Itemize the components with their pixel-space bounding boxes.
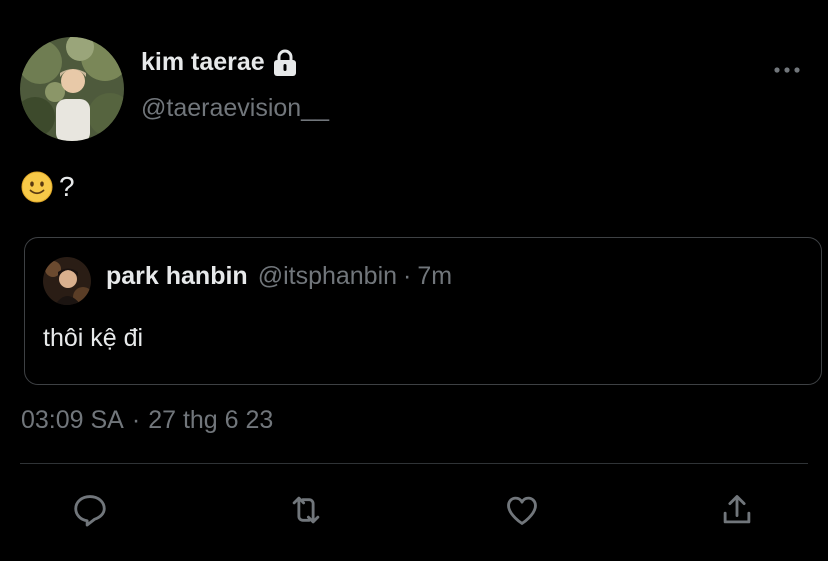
- like-button[interactable]: [500, 490, 544, 534]
- timestamp-separator: ·: [131, 406, 141, 434]
- author-name-text: kim taerae: [141, 48, 265, 76]
- timestamp-time: 03:09 SA: [21, 406, 124, 434]
- retweet-button[interactable]: [284, 490, 328, 534]
- retweet-icon: [287, 491, 325, 534]
- quoted-author-handle[interactable]: @itsphanbin: [258, 262, 397, 291]
- quoted-time[interactable]: 7m: [417, 262, 452, 291]
- lock-icon: [272, 49, 298, 77]
- tweet-text: ?: [21, 171, 75, 203]
- author-display-name[interactable]: kim taerae: [141, 48, 298, 77]
- share-icon: [718, 491, 756, 534]
- tweet-text-content: ?: [59, 171, 75, 202]
- like-icon: [503, 491, 541, 534]
- author-avatar[interactable]: [20, 37, 124, 141]
- more-options-icon[interactable]: [772, 60, 802, 80]
- author-handle[interactable]: @taeraevision__: [141, 94, 329, 123]
- reply-button[interactable]: [68, 490, 112, 534]
- share-button[interactable]: [715, 490, 759, 534]
- reply-icon: [71, 491, 109, 534]
- quoted-tweet[interactable]: park hanbin @itsphanbin · 7m thôi kệ đi: [24, 237, 822, 385]
- quoted-author-avatar[interactable]: [43, 257, 91, 305]
- divider: [20, 463, 808, 464]
- timestamp-date: 27 thg 6 23: [148, 406, 274, 434]
- quoted-author-name[interactable]: park hanbin: [106, 262, 248, 291]
- tweet-timestamp[interactable]: 03:09 SA · 27 thg 6 23: [21, 406, 273, 435]
- quoted-tweet-header: park hanbin @itsphanbin · 7m: [106, 262, 452, 291]
- quoted-tweet-text: thôi kệ đi: [43, 324, 144, 352]
- slightly-smiling-face-icon: [21, 171, 53, 203]
- quoted-separator: ·: [403, 262, 412, 290]
